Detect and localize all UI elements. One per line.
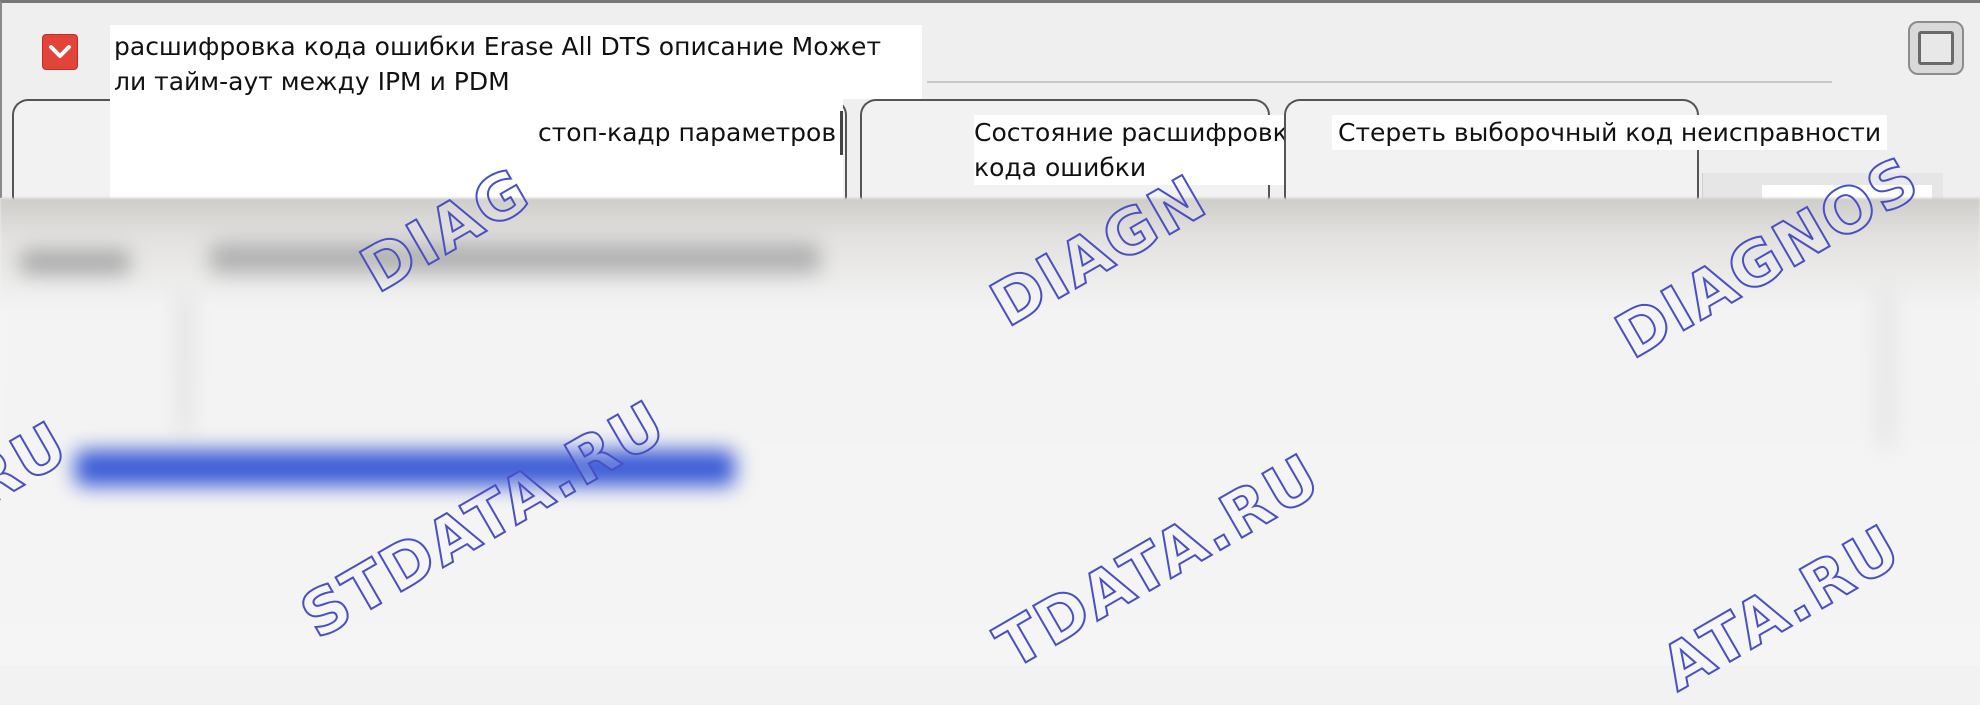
chevron-down-icon [49,45,71,58]
blurred-divider [180,293,190,433]
tab-dtc-status-label: Состояние расшифровка кода ошибки [974,115,1316,185]
blurred-heading [210,243,820,273]
window-title: расшифровка кода ошибки Erase All DTS оп… [110,25,922,99]
app-menu-icon[interactable] [42,34,78,70]
maximize-button[interactable] [1908,21,1964,75]
tab-freeze-frame-label: стоп-кадр параметров [536,115,839,150]
title-divider [927,81,1832,83]
blurred-heading [20,250,130,274]
tab-erase-selected-dtc-label: Стереть выборочный код неисправности [1332,115,1888,150]
blurred-divider [1880,288,1892,448]
app-window-header: расшифровка кода ошибки Erase All DTS оп… [0,0,1980,205]
maximize-icon [1918,31,1954,65]
tab-divider [840,111,843,155]
